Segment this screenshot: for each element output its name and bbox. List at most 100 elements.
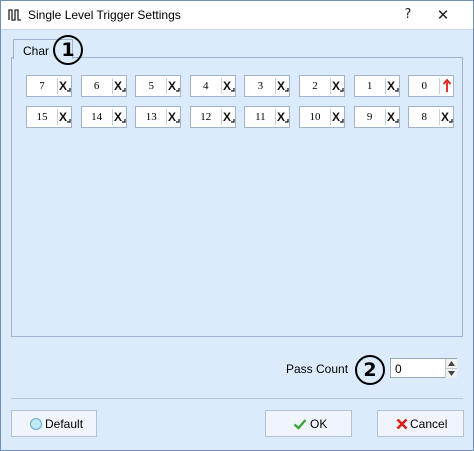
ok-button[interactable]: OK	[265, 410, 352, 437]
dont-care-icon[interactable]: X	[332, 109, 344, 125]
bit-number-label: 6	[93, 80, 100, 92]
help-button[interactable]: ?	[394, 5, 422, 25]
svg-text:X: X	[223, 110, 231, 124]
bit-number-label: 13	[145, 111, 157, 123]
bit-1-button[interactable]: 1X	[353, 75, 400, 97]
svg-text:X: X	[332, 79, 340, 93]
bit-separator	[275, 78, 277, 94]
dont-care-icon[interactable]: X	[223, 78, 235, 94]
svg-text:X: X	[441, 110, 449, 124]
bit-number-label: 4	[203, 80, 209, 92]
bit-number-label: 15	[36, 111, 48, 123]
bit-number-label: 5	[148, 80, 154, 92]
svg-text:X: X	[59, 110, 67, 124]
bit-7-button[interactable]: 7X	[26, 75, 72, 97]
svg-text:X: X	[387, 110, 395, 124]
pulse-wave-icon	[8, 8, 22, 21]
bit-number-label: 12	[200, 111, 212, 123]
title-bar: Single Level Trigger Settings ? ✕	[1, 1, 473, 30]
tab-char-label: Char	[23, 44, 50, 58]
bit-14-button[interactable]: 14 X	[80, 106, 127, 128]
svg-text:X: X	[332, 110, 340, 124]
dont-care-icon[interactable]: X	[387, 78, 399, 94]
bit-separator	[330, 109, 331, 125]
bit-number-label: 0	[421, 80, 427, 92]
bit-12-button[interactable]: 12 X	[189, 106, 236, 128]
cancel-button-label: Cancel	[410, 417, 448, 431]
dont-care-icon[interactable]: X	[332, 78, 344, 94]
dont-care-icon[interactable]: X	[441, 109, 453, 125]
svg-text:X: X	[114, 79, 122, 93]
bit-number-label: 1	[366, 80, 373, 92]
svg-text:X: X	[223, 79, 231, 93]
cancel-button[interactable]: Cancel	[377, 410, 464, 437]
default-dot-icon	[29, 417, 43, 431]
bit-number-label: 3	[257, 80, 264, 92]
bit-separator	[57, 109, 58, 125]
dialog-window: Single Level Trigger Settings ? ✕ Char 1…	[0, 0, 474, 451]
bit-number-label: 14	[91, 111, 103, 123]
bit-10-button[interactable]: 10 X	[299, 106, 345, 128]
dont-care-icon[interactable]: X	[114, 109, 126, 125]
bit-number-label: 7	[39, 80, 45, 92]
dont-care-icon[interactable]: X	[277, 109, 289, 125]
svg-text:X: X	[277, 79, 285, 93]
svg-text:X: X	[114, 110, 122, 124]
svg-text:X: X	[168, 79, 176, 93]
annotation-marker-2: 2	[355, 355, 385, 385]
bit-separator	[111, 109, 113, 125]
spin-up-button[interactable]	[445, 359, 457, 368]
checkmark-icon	[293, 417, 307, 431]
bit-separator	[330, 78, 331, 94]
annotation-marker-1: 1	[53, 35, 83, 65]
dont-care-icon[interactable]: X	[223, 109, 235, 125]
footer-divider	[11, 398, 463, 399]
default-button-label: Default	[45, 417, 84, 431]
svg-text:X: X	[59, 79, 67, 93]
bit-number-label: 11	[255, 111, 266, 123]
bit-separator	[220, 109, 222, 125]
pass-count-value[interactable]: 0	[395, 362, 402, 376]
close-button[interactable]: ✕	[429, 5, 457, 25]
dont-care-icon[interactable]: X	[168, 109, 180, 125]
bit-separator	[111, 78, 113, 94]
ok-button-label: OK	[310, 417, 328, 431]
bit-8-button[interactable]: 8X	[408, 106, 455, 128]
svg-text:X: X	[387, 79, 395, 93]
bit-4-button[interactable]: 4X	[189, 75, 236, 97]
bit-6-button[interactable]: 6X	[80, 75, 127, 97]
bit-pattern-panel	[11, 57, 463, 337]
bit-2-button[interactable]: 2X	[299, 75, 345, 97]
bit-number-label: 2	[312, 80, 318, 92]
svg-text:X: X	[168, 110, 176, 124]
bit-separator	[220, 78, 222, 94]
pass-count-label: Pass Count	[286, 362, 349, 376]
bit-5-button[interactable]: 5X	[135, 75, 182, 97]
bit-0-button[interactable]: 0	[408, 75, 455, 97]
bit-separator	[275, 109, 277, 125]
bit-separator	[439, 78, 441, 94]
dont-care-icon[interactable]: X	[59, 78, 71, 94]
pass-count-spinner[interactable]: 0	[390, 358, 457, 378]
spin-down-button[interactable]	[445, 368, 457, 378]
svg-text:X: X	[277, 110, 285, 124]
bit-9-button[interactable]: 9X	[353, 106, 400, 128]
bit-3-button[interactable]: 3X	[244, 75, 291, 97]
bit-separator	[166, 109, 168, 125]
bit-separator	[439, 109, 441, 125]
dont-care-icon[interactable]: X	[114, 78, 126, 94]
bit-separator	[166, 78, 168, 94]
bit-number-label: 8	[421, 111, 427, 123]
bit-15-button[interactable]: 15 X	[26, 106, 72, 128]
default-button[interactable]: Default	[11, 410, 97, 437]
cancel-x-icon	[395, 417, 409, 431]
bit-number-label: 9	[366, 111, 373, 123]
dont-care-icon[interactable]: X	[168, 78, 180, 94]
bit-13-button[interactable]: 13 X	[135, 106, 182, 128]
dont-care-icon[interactable]: X	[277, 78, 289, 94]
dont-care-icon[interactable]: X	[387, 109, 399, 125]
rising-edge-icon[interactable]	[441, 78, 453, 94]
bit-number-label: 10	[309, 111, 321, 123]
dont-care-icon[interactable]: X	[59, 109, 71, 125]
bit-11-button[interactable]: 11 X	[244, 106, 291, 128]
